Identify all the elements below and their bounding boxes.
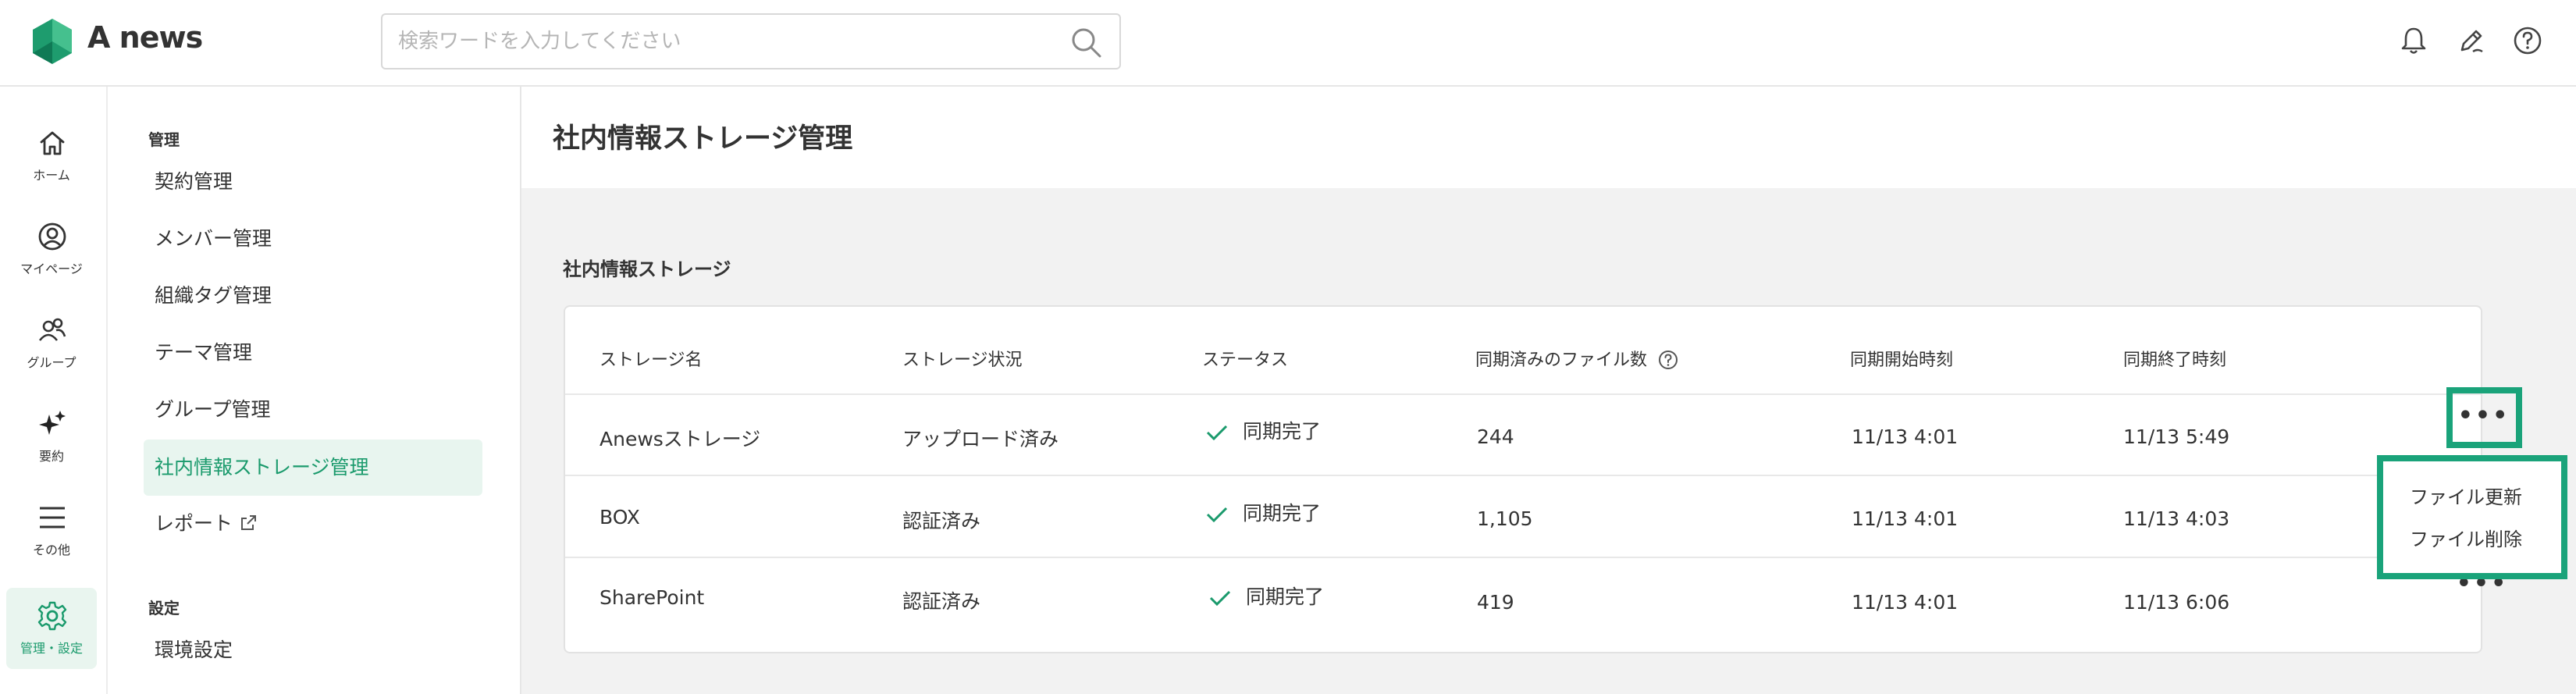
subnav-item-org-tags[interactable]: 組織タグ管理 [144,268,482,324]
help-icon[interactable] [2512,25,2543,56]
status-cell: 同期完了 [1205,416,1321,444]
subnav-item-members[interactable]: メンバー管理 [144,211,482,267]
status-text: 同期完了 [1243,420,1322,443]
settings-subnav: 管理 契約管理 メンバー管理 組織タグ管理 テーマ管理 グループ管理 社内情報ス… [108,87,521,694]
subnav-item-storage[interactable]: 社内情報ストレージ管理 [144,440,482,496]
rail-label: ホーム [33,168,70,183]
rail-item-group[interactable]: グループ [6,302,97,383]
subnav-item-environment[interactable]: 環境設定 [144,622,482,678]
section-title: 社内情報ストレージ [563,258,731,280]
check-icon [1209,590,1231,607]
status-text: 同期完了 [1246,585,1325,608]
status-text: 同期完了 [1243,502,1322,525]
subnav-item-contract[interactable]: 契約管理 [144,154,482,210]
storage-name[interactable]: BOX [600,506,640,529]
subnav-section-title: 設定 [148,599,180,617]
column-header: 同期終了時刻 [2123,351,2227,370]
user-icon [38,222,66,251]
page-title: 社内情報ストレージ管理 [553,123,853,155]
subnav-item-groups[interactable]: グループ管理 [144,382,482,438]
subnav-item-themes[interactable]: テーマ管理 [144,325,482,381]
rail-label: グループ [27,355,76,370]
page-header: 社内情報ストレージ管理 [521,87,2576,188]
column-header: 同期開始時刻 [1850,351,1954,370]
file-count: 419 [1477,591,1514,614]
top-header: A news [0,0,2576,87]
storage-name[interactable]: Anewsストレージ [600,424,760,452]
more-button[interactable]: ••• [2454,404,2514,437]
column-header: 同期済みのファイル数 [1475,351,1648,370]
group-icon [38,318,66,341]
pen-icon[interactable] [2456,25,2487,56]
rail-label: マイページ [20,262,83,276]
gear-icon [37,601,67,631]
header-divider [565,393,2481,395]
anews-logo-icon[interactable] [28,17,76,66]
check-icon [1206,507,1228,523]
rail-label: 要約 [38,449,64,464]
storage-state: 認証済み [902,590,981,613]
rail-item-mypage[interactable]: マイページ [6,208,97,290]
storage-name[interactable]: SharePoint [600,586,704,609]
storage-table: ストレージ名 ストレージ状況 ステータス 同期済みのファイル数 同期開始時刻 同… [564,305,2482,653]
subnav-item-report[interactable]: レポート [144,496,482,552]
sync-start: 11/13 4:01 [1852,507,1959,530]
external-link-icon [241,515,257,530]
rail-item-summary[interactable]: 要約 [6,396,97,477]
help-circle-icon[interactable] [1658,350,1678,370]
column-header: ストレージ状況 [902,351,1023,370]
sync-start: 11/13 4:01 [1852,425,1959,448]
rail-label: その他 [32,543,70,557]
row-action-menu: ファイル更新 ファイル削除 [2377,455,2567,579]
rail-label: 管理・設定 [20,641,83,656]
search-icon[interactable] [1069,26,1102,59]
sparkle-icon [39,411,66,435]
storage-state: 認証済み [902,510,981,532]
menu-item-delete-file[interactable]: ファイル削除 [2410,524,2522,551]
column-header-files: 同期済みのファイル数 [1475,346,1678,371]
sync-start: 11/13 4:01 [1852,591,1959,614]
sync-end: 11/13 6:06 [2123,591,2230,614]
rail-item-other[interactable]: その他 [6,489,97,571]
app-name: A news [87,20,203,55]
column-header: ステータス [1202,351,1289,370]
search-input[interactable] [398,26,1038,57]
sync-end: 11/13 4:03 [2123,507,2230,530]
sync-end: 11/13 5:49 [2123,425,2230,448]
main-content: 社内情報ストレージ管理 社内情報ストレージ ストレージ名 ストレージ状況 ステー… [521,87,2576,694]
icon-rail: ホーム マイページ グループ 要約 その他 管理・設定 [0,87,108,694]
bell-icon[interactable] [2398,25,2429,56]
rail-item-home[interactable]: ホーム [6,115,97,196]
menu-icon [40,507,65,529]
home-icon [40,131,65,155]
row-divider [565,557,2481,558]
highlight-box: ••• [2446,387,2522,448]
rail-item-admin-settings[interactable]: 管理・設定 [6,588,97,669]
check-icon [1206,425,1228,441]
file-count: 1,105 [1477,507,1533,530]
menu-item-update-file[interactable]: ファイル更新 [2410,482,2522,509]
search-box[interactable] [381,13,1121,69]
status-cell: 同期完了 [1205,498,1321,526]
subnav-section-title: 管理 [148,130,180,149]
file-count: 244 [1477,425,1514,448]
row-divider [565,475,2481,476]
column-header: ストレージ名 [600,351,703,370]
status-cell: 同期完了 [1208,582,1324,610]
storage-state: アップロード済み [902,428,1059,450]
subnav-item-label: レポート [155,512,233,535]
